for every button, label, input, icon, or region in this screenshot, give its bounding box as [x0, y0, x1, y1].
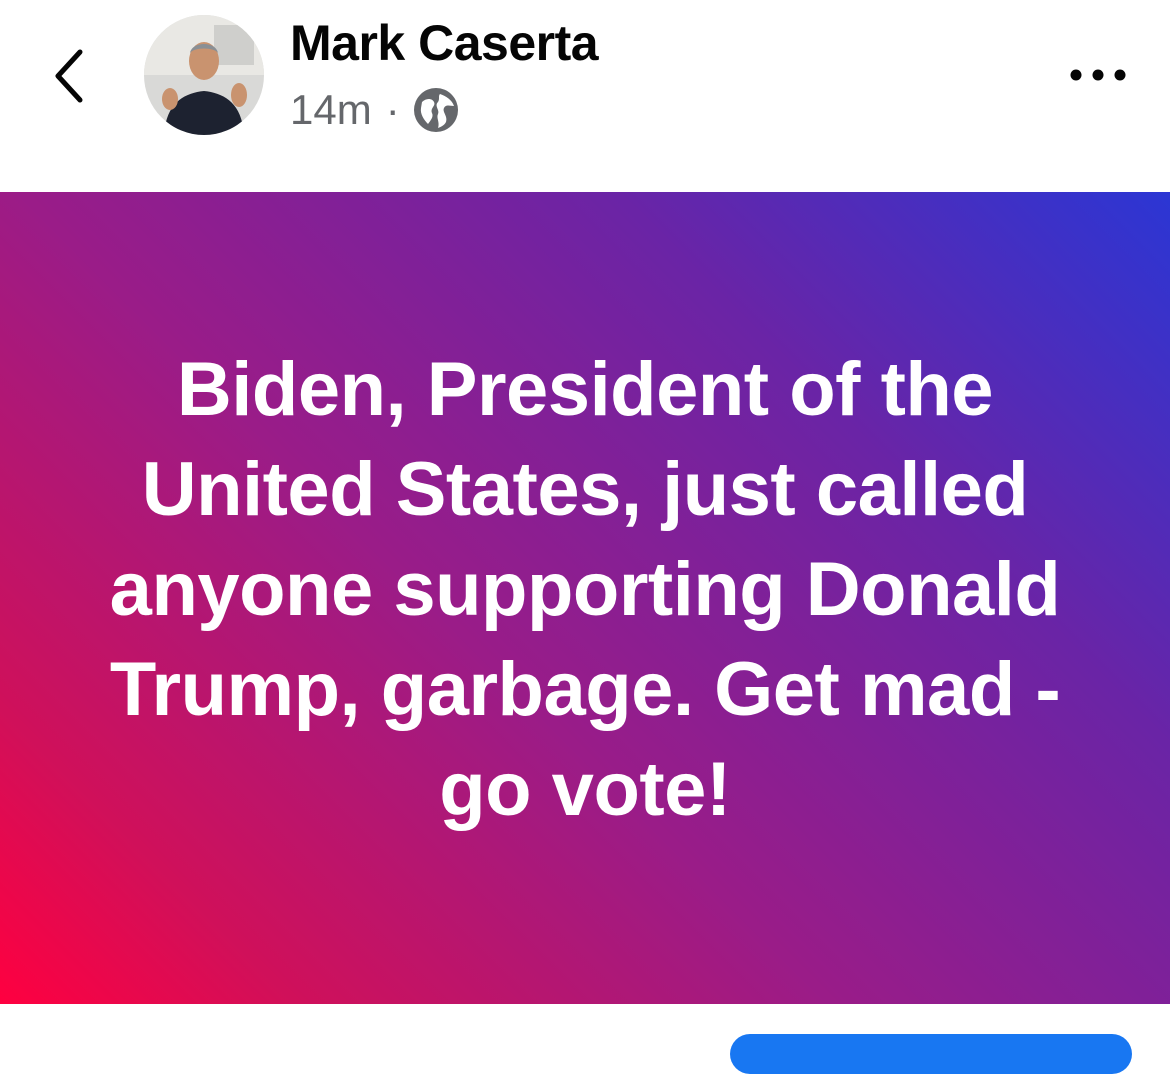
back-button[interactable] [40, 40, 100, 112]
avatar[interactable] [144, 15, 264, 135]
post-timestamp[interactable]: 14m [290, 86, 372, 134]
audience-indicator[interactable] [412, 86, 460, 134]
post-text: Biden, President of the United States, j… [109, 347, 1061, 832]
profile-photo [144, 15, 264, 135]
more-options-button[interactable] [1060, 50, 1140, 100]
post-header: Mark Caserta 14m · [0, 0, 1170, 192]
post-background-card: Biden, President of the United States, j… [0, 192, 1170, 1004]
action-button[interactable] [730, 1034, 1132, 1074]
globe-icon [413, 88, 458, 132]
author-name[interactable]: Mark Caserta [290, 14, 599, 72]
post-meta: 14m · [290, 84, 460, 136]
more-horizontal-icon [1070, 69, 1126, 81]
chevron-left-icon [55, 49, 83, 103]
meta-separator: · [385, 86, 400, 133]
